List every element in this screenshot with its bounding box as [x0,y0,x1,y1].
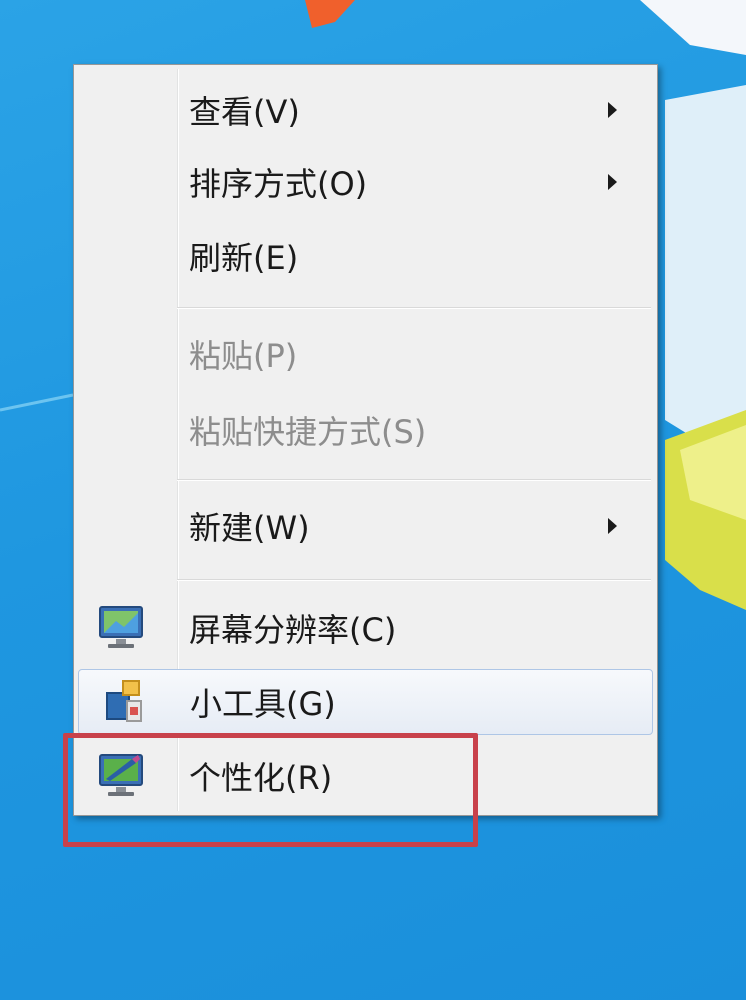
menu-item-sort-by-label: 排序方式(O) [189,165,368,203]
menu-item-refresh-label: 刷新(E) [189,239,299,277]
screen-resolution-icon [99,606,143,648]
menu-item-paste-shortcut: 粘贴快捷方式(S) [78,399,653,461]
desktop-context-menu: 查看(V) 排序方式(O) 刷新(E) 粘贴(P) 粘贴快捷方式(S) 新建(W… [73,64,658,816]
menu-item-screen-resolution[interactable]: 屏幕分辨率(C) [78,597,653,659]
menu-item-paste-shortcut-label: 粘贴快捷方式(S) [189,413,427,451]
menu-item-view[interactable]: 查看(V) [78,79,653,141]
menu-item-gadgets[interactable]: 小工具(G) [78,669,653,735]
menu-separator [177,307,651,309]
submenu-arrow-icon [608,174,617,190]
desktop[interactable]: 查看(V) 排序方式(O) 刷新(E) 粘贴(P) 粘贴快捷方式(S) 新建(W… [0,0,746,1000]
personalize-highlight-box [63,733,478,847]
menu-item-gadgets-label: 小工具(G) [190,685,336,723]
submenu-arrow-icon [608,102,617,118]
wallpaper-orange-shard [305,0,355,28]
menu-item-sort-by[interactable]: 排序方式(O) [78,151,653,213]
menu-item-new-label: 新建(W) [189,509,310,547]
wallpaper-white-pane-right [665,85,746,470]
menu-separator [177,479,651,481]
menu-item-refresh[interactable]: 刷新(E) [78,225,653,287]
wallpaper-light-streak [0,393,74,412]
menu-item-paste: 粘贴(P) [78,323,653,385]
menu-separator [177,579,651,581]
wallpaper-white-pane-top [640,0,746,55]
submenu-arrow-icon [608,518,617,534]
menu-item-paste-label: 粘贴(P) [189,337,298,375]
gadgets-icon [106,680,142,722]
menu-item-screen-resolution-label: 屏幕分辨率(C) [189,611,397,649]
menu-item-new[interactable]: 新建(W) [78,495,653,557]
menu-item-view-label: 查看(V) [189,93,300,131]
